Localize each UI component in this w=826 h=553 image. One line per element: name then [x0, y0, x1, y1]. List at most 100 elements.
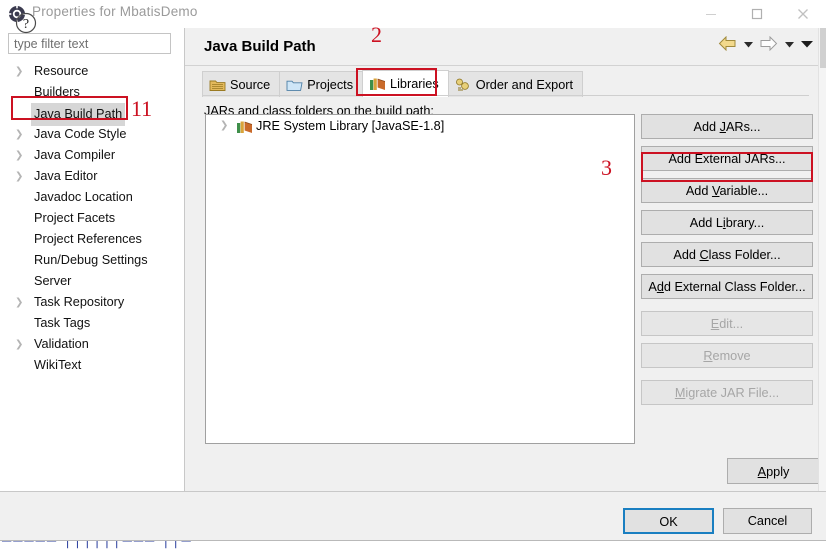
cancel-button-label: Cancel [747, 514, 788, 528]
add-external-class-folder-button[interactable]: Add External Class Folder... [641, 274, 813, 299]
chevron-right-icon[interactable]: ❯ [15, 292, 27, 313]
list-item-label: JRE System Library [JavaSE-1.8] [256, 119, 445, 133]
help-question-icon[interactable]: ? [14, 11, 38, 35]
migrate-jar-file-button: Migrate JAR File... [641, 380, 813, 405]
sidebar-item-label: Task Repository [34, 295, 125, 309]
sidebar-item-builders[interactable]: Builders [0, 82, 184, 103]
tab-libraries[interactable]: Libraries [362, 70, 449, 97]
libraries-books-icon [236, 119, 253, 133]
button-label: Add Class Folder... [673, 248, 781, 262]
svg-text:?: ? [23, 17, 29, 32]
sidebar-item-project-references[interactable]: Project References [0, 229, 184, 250]
sidebar-item-label: WikiText [34, 358, 82, 372]
maximize-button[interactable] [734, 0, 780, 28]
cancel-button[interactable]: Cancel [723, 508, 812, 534]
add-jars-button[interactable]: Add JARs... [641, 114, 813, 139]
sidebar-item-java-compiler[interactable]: ❯ Java Compiler [0, 145, 184, 166]
sidebar-item-resource[interactable]: ❯ Resource [0, 61, 184, 82]
tab-label: Projects [307, 78, 354, 92]
source-folder-icon [209, 75, 226, 91]
sidebar-item-label: Project Facets [34, 211, 116, 225]
minimize-button[interactable] [688, 0, 734, 28]
button-label: Add Library... [689, 216, 765, 230]
library-list[interactable]: ❯ JRE System Library [JavaSE-1.8] [205, 114, 635, 444]
filter-input[interactable]: type filter text [8, 33, 171, 54]
chevron-right-icon[interactable]: ❯ [15, 166, 27, 187]
button-label: Add External Class Folder... [648, 280, 806, 294]
order-export-icon [455, 75, 472, 91]
add-library-button[interactable]: Add Library... [641, 210, 813, 235]
sidebar-item-java-editor[interactable]: ❯ Java Editor [0, 166, 184, 187]
window-title: Properties for MbatisDemo [32, 4, 198, 19]
libraries-books-icon [369, 74, 386, 90]
back-arrow-icon[interactable] [718, 35, 737, 54]
tab-source[interactable]: Source [202, 71, 281, 97]
sidebar-item-java-code-style[interactable]: ❯ Java Code Style [0, 124, 184, 145]
chevron-right-icon[interactable]: ❯ [15, 145, 27, 166]
sidebar-item-java-build-path[interactable]: Java Build Path [0, 103, 184, 126]
header-divider [185, 65, 826, 66]
tab-label: Order and Export [475, 78, 574, 92]
title-bar: Properties for MbatisDemo [0, 0, 826, 28]
remove-button: Remove [641, 343, 813, 368]
sidebar-item-label: Server [34, 274, 72, 288]
sidebar-item-label: Resource [34, 64, 89, 78]
chevron-right-icon[interactable]: ❯ [15, 124, 27, 145]
tab-projects[interactable]: Projects [279, 71, 364, 97]
sidebar-item-task-tags[interactable]: Task Tags [0, 313, 184, 334]
tab-label: Source [230, 78, 271, 92]
filter-placeholder: type filter text [14, 37, 89, 51]
background-text: ┴┴┴┴┴ ╷╷╷╷╷╷┴┴┴ ╷╷┴ [2, 541, 193, 549]
sidebar-item-run-debug-settings[interactable]: Run/Debug Settings [0, 250, 184, 271]
apply-button[interactable]: Apply [727, 458, 820, 484]
forward-arrow-icon[interactable] [759, 35, 778, 54]
sidebar-item-label: Java Build Path [31, 103, 126, 126]
close-button[interactable] [780, 0, 826, 28]
build-path-tabs[interactable]: Source Projects Libraries Order and Export [202, 70, 584, 97]
sidebar-item-task-repository[interactable]: ❯ Task Repository [0, 292, 184, 313]
more-menu-chevron-down-icon[interactable] [800, 38, 814, 52]
chevron-right-icon[interactable]: ❯ [15, 334, 27, 355]
settings-tree[interactable]: ❯ Resource Builders Java Build Path ❯ Java Co… [0, 61, 184, 376]
sidebar-item-label: Task Tags [34, 316, 91, 330]
button-label: Migrate JAR File... [674, 386, 780, 400]
forward-menu-chevron-down-icon[interactable] [784, 38, 795, 52]
sidebar-item-label: Java Editor [34, 169, 98, 183]
button-label: Add External JARs... [668, 152, 786, 166]
sidebar-item-server[interactable]: Server [0, 271, 184, 292]
apply-button-label: pply [766, 465, 790, 479]
projects-folder-icon [286, 75, 303, 91]
button-label: Add Variable... [685, 184, 769, 198]
page-scrollbar[interactable] [818, 28, 826, 491]
edit-button: Edit... [641, 311, 813, 336]
add-class-folder-button[interactable]: Add Class Folder... [641, 242, 813, 267]
page-title: Java Build Path [204, 38, 316, 55]
tabs-divider [202, 95, 809, 96]
chevron-right-icon[interactable]: ❯ [15, 61, 27, 82]
ok-button[interactable]: OK [623, 508, 714, 534]
sidebar-item-label: Builders [34, 85, 80, 99]
annotation-number-2: 2 [371, 22, 382, 47]
sidebar-item-wikitext[interactable]: WikiText [0, 355, 184, 376]
chevron-right-icon[interactable]: ❯ [220, 115, 232, 137]
ok-button-label: OK [659, 515, 678, 529]
sidebar-item-javadoc-location[interactable]: Javadoc Location [0, 187, 184, 208]
button-label: Add JARs... [693, 120, 761, 134]
sidebar-item-label: Validation [34, 337, 89, 351]
sidebar-item-validation[interactable]: ❯ Validation [0, 334, 184, 355]
add-variable-button[interactable]: Add Variable... [641, 178, 813, 203]
sidebar-item-label: Java Code Style [34, 127, 127, 141]
add-external-jars-button[interactable]: Add External JARs... [641, 146, 813, 171]
sidebar-item-label: Project References [34, 232, 142, 246]
button-label: Remove [703, 349, 751, 363]
annotation-number-3: 3 [601, 155, 612, 180]
settings-tree-panel: type filter text ❯ Resource Builders Java B… [0, 28, 185, 491]
page-navigation [716, 35, 814, 58]
back-menu-chevron-down-icon[interactable] [743, 38, 754, 52]
list-item[interactable]: ❯ JRE System Library [JavaSE-1.8] [206, 115, 634, 137]
tab-order-and-export[interactable]: Order and Export [447, 71, 584, 97]
sidebar-item-label: Run/Debug Settings [34, 253, 148, 267]
button-label: Edit... [710, 317, 744, 331]
sidebar-item-project-facets[interactable]: Project Facets [0, 208, 184, 229]
scrollbar-thumb[interactable] [820, 28, 826, 68]
